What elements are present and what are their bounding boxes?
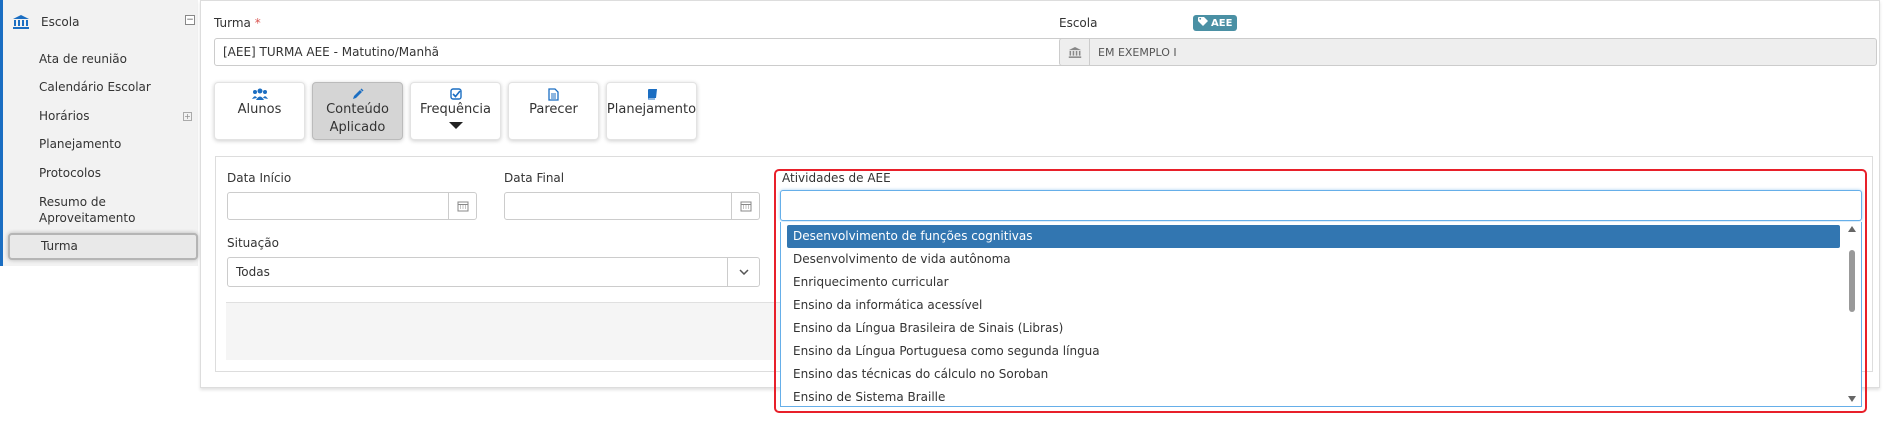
tab-label-line1: Conteúdo — [326, 102, 389, 117]
dropdown-option[interactable]: Ensino das técnicas do cálculo no Soroba… — [787, 363, 1840, 386]
tab-alunos[interactable]: Alunos — [214, 82, 305, 140]
sidebar: Escola − Ata de reunião Calendário Escol… — [0, 0, 198, 266]
atividades-multiselect-input[interactable] — [780, 190, 1862, 221]
tab-parecer[interactable]: Parecer — [508, 82, 599, 140]
caret-down-icon — [448, 122, 463, 129]
sidebar-item-horarios[interactable]: Horários — [39, 108, 90, 124]
situacao-select-value: Todas — [236, 265, 270, 279]
users-icon — [251, 87, 268, 101]
document-icon — [548, 87, 559, 101]
calendar-icon[interactable] — [731, 193, 759, 219]
tab-frequencia[interactable]: Frequência — [410, 82, 501, 140]
sidebar-item-calendario-escolar[interactable]: Calendário Escolar — [39, 79, 151, 95]
dropdown-option[interactable]: Ensino da Língua Brasileira de Sinais (L… — [787, 317, 1840, 340]
bank-icon — [1060, 39, 1090, 65]
dropdown-option[interactable]: Ensino da Língua Portuguesa como segunda… — [787, 340, 1840, 363]
scroll-down-icon[interactable] — [1848, 396, 1856, 402]
data-final-label: Data Final — [504, 171, 565, 185]
atividades-dropdown: Desenvolvimento de funções cognitivas De… — [780, 222, 1862, 407]
check-square-icon — [449, 87, 462, 101]
tab-label: Frequência — [419, 102, 492, 117]
dropdown-option[interactable]: Ensino da informática acessível — [787, 294, 1840, 317]
pencil-icon — [352, 87, 364, 101]
sidebar-item-label-line1: Resumo de — [39, 195, 106, 209]
sidebar-item-label-line2: Aproveitamento — [39, 211, 136, 225]
tab-label: Parecer — [529, 102, 578, 117]
sidebar-item-protocolos[interactable]: Protocolos — [39, 165, 101, 181]
tab-label: Alunos — [237, 102, 282, 117]
turma-label-text: Turma — [214, 16, 251, 30]
bank-icon — [11, 14, 31, 30]
situacao-label: Situação — [227, 236, 279, 250]
chevron-down-icon[interactable] — [727, 258, 759, 286]
tab-label-line2: Aplicado — [329, 120, 386, 135]
tab-planejamento[interactable]: Planejamento — [606, 82, 697, 140]
expand-icon[interactable]: + — [183, 112, 192, 121]
sidebar-section-label: Escola — [41, 15, 80, 29]
book-icon — [646, 87, 658, 101]
sidebar-item-resumo-de-aproveitamento[interactable]: Resumo de Aproveitamento — [39, 194, 135, 226]
dropdown-option[interactable]: Ensino de Sistema Braille — [787, 386, 1840, 406]
dropdown-scrollbar[interactable] — [1847, 226, 1857, 402]
aee-badge-text: AEE — [1211, 17, 1233, 29]
dropdown-option[interactable]: Desenvolvimento de vida autônoma — [787, 248, 1840, 271]
dropdown-option[interactable]: Enriquecimento curricular — [787, 271, 1840, 294]
tab-label: Planejamento — [606, 102, 697, 117]
dropdown-option[interactable]: Desenvolvimento de funções cognitivas — [787, 225, 1840, 248]
data-inicio-input[interactable] — [227, 192, 477, 220]
turma-label: Turma * — [214, 16, 261, 30]
results-area — [226, 302, 786, 360]
turma-select-value: [AEE] TURMA AEE - Matutino/Manhã — [223, 45, 440, 59]
sidebar-item-turma[interactable]: Turma — [8, 233, 198, 260]
tab-conteudo-aplicado[interactable]: Conteúdo Aplicado — [312, 82, 403, 140]
scroll-up-icon[interactable] — [1848, 226, 1856, 232]
aee-badge: AEE — [1193, 15, 1238, 31]
sidebar-section-escola[interactable]: Escola − — [11, 11, 195, 33]
data-final-input[interactable] — [504, 192, 760, 220]
escola-label: Escola — [1059, 16, 1098, 30]
escola-field: EM EXEMPLO I — [1059, 38, 1877, 66]
situacao-select[interactable]: Todas — [227, 257, 760, 287]
required-mark: * — [254, 16, 261, 30]
scrollbar-thumb[interactable] — [1849, 250, 1855, 312]
calendar-icon[interactable] — [448, 193, 476, 219]
data-inicio-label: Data Início — [227, 171, 292, 185]
tag-icon — [1198, 16, 1208, 29]
sidebar-item-ata-de-reuniao[interactable]: Ata de reunião — [39, 51, 127, 67]
collapse-icon[interactable]: − — [185, 15, 195, 25]
escola-value: EM EXEMPLO I — [1098, 45, 1177, 59]
sidebar-item-planejamento[interactable]: Planejamento — [39, 136, 121, 152]
